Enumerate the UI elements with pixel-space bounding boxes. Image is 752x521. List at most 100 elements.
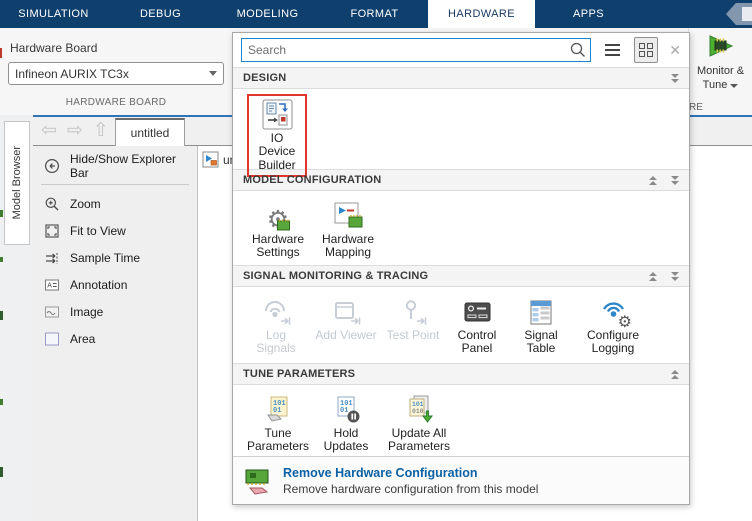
section-title: DESIGN bbox=[243, 72, 657, 84]
edge-artifact bbox=[0, 311, 3, 320]
document-tab-untitled[interactable]: untitled bbox=[115, 118, 185, 146]
expand-section-icon[interactable] bbox=[649, 176, 657, 185]
simulink-model-icon bbox=[202, 151, 219, 168]
search-icon bbox=[570, 42, 586, 58]
menu-item-image[interactable]: Image bbox=[33, 298, 197, 325]
section-title: SIGNAL MONITORING & TRACING bbox=[243, 270, 635, 282]
menu-item-label: Zoom bbox=[70, 197, 101, 211]
svg-text:101: 101 bbox=[412, 401, 424, 408]
control-panel-icon bbox=[461, 294, 493, 327]
menu-item-annotation[interactable]: A Annotation bbox=[33, 271, 197, 298]
search-input[interactable] bbox=[241, 38, 591, 62]
gallery-item-label: Hardware Mapping bbox=[317, 233, 379, 260]
annotation-icon: A bbox=[43, 276, 60, 293]
collapse-section-icon[interactable] bbox=[671, 74, 679, 83]
tab-hardware[interactable]: HARDWARE bbox=[428, 0, 535, 28]
gallery-item-hold-updates[interactable]: 101 01 Hold Updates bbox=[317, 392, 375, 454]
collapse-section-icon[interactable] bbox=[671, 176, 679, 185]
gallery-item-label: Signal Table bbox=[513, 329, 569, 356]
list-view-button[interactable] bbox=[600, 37, 625, 63]
area-icon bbox=[43, 330, 60, 347]
menu-item-sample-time[interactable]: Sample Time bbox=[33, 244, 197, 271]
svg-text:A: A bbox=[47, 282, 52, 289]
menu-item-label: Fit to View bbox=[70, 224, 126, 238]
section-body-tune-parameters: 101 01 Tune Parameters 101 01 Hold Updat… bbox=[233, 385, 689, 457]
menu-item-fit-to-view[interactable]: Fit to View bbox=[33, 217, 197, 244]
menu-item-zoom[interactable]: Zoom bbox=[33, 190, 197, 217]
gallery-item-label: Control Panel bbox=[449, 329, 505, 356]
menu-item-hide-show-explorer-bar[interactable]: Hide/Show Explorer Bar bbox=[33, 152, 197, 179]
menu-item-area[interactable]: Area bbox=[33, 325, 197, 352]
section-title: TUNE PARAMETERS bbox=[243, 368, 657, 380]
gallery-item-label: Hardware Settings bbox=[247, 233, 309, 260]
tab-apps[interactable]: APPS bbox=[535, 0, 642, 28]
back-arrow-icon[interactable]: ⇦ bbox=[41, 119, 57, 142]
gallery-item-hardware-settings[interactable]: ⚙ Hardware Settings bbox=[247, 198, 309, 260]
gallery-item-control-panel[interactable]: Control Panel bbox=[449, 294, 505, 356]
expand-section-icon[interactable] bbox=[671, 370, 679, 379]
gallery-item-io-device-builder[interactable]: IO Device Builder bbox=[251, 97, 303, 172]
collapse-section-icon[interactable] bbox=[671, 272, 679, 281]
close-icon[interactable]: ✕ bbox=[669, 42, 681, 59]
add-viewer-icon bbox=[329, 294, 363, 327]
update-all-parameters-icon: 101 010 bbox=[403, 392, 435, 425]
section-label-fragment: RE bbox=[689, 102, 703, 113]
tab-debug[interactable]: DEBUG bbox=[107, 0, 214, 28]
chevron-down-icon bbox=[730, 84, 738, 88]
hardware-settings-icon: ⚙ bbox=[267, 198, 289, 231]
tab-format[interactable]: FORMAT bbox=[321, 0, 428, 28]
section-body-model-configuration: ⚙ Hardware Settings Hardware Mapping bbox=[233, 191, 689, 265]
expand-section-icon[interactable] bbox=[649, 272, 657, 281]
gallery-search-row: ✕ bbox=[233, 33, 689, 67]
grid-view-button[interactable] bbox=[634, 37, 659, 63]
forward-arrow-icon[interactable]: ⇨ bbox=[67, 119, 83, 142]
edge-artifact bbox=[0, 210, 3, 217]
section-title: MODEL CONFIGURATION bbox=[243, 174, 635, 186]
log-signals-icon bbox=[259, 294, 293, 327]
edge-artifact bbox=[0, 467, 3, 477]
fit-to-view-icon bbox=[43, 222, 60, 239]
menu-item-label: Hide/Show Explorer Bar bbox=[70, 152, 197, 180]
gallery-item-label: Log Signals bbox=[245, 329, 307, 356]
image-icon bbox=[43, 303, 60, 320]
model-browser-tab[interactable]: Model Browser bbox=[4, 121, 30, 245]
model-browser-gutter: Model Browser bbox=[0, 115, 33, 521]
section-header-design: DESIGN bbox=[233, 67, 689, 89]
zoom-icon bbox=[43, 195, 60, 212]
remove-hardware-configuration-link[interactable]: Remove Hardware Configuration bbox=[283, 466, 538, 480]
ribbon-corner-badge-icon bbox=[726, 3, 752, 25]
menu-item-label: Sample Time bbox=[70, 251, 140, 265]
gallery-item-signal-table[interactable]: Signal Table bbox=[513, 294, 569, 356]
menu-item-label: Annotation bbox=[70, 278, 127, 292]
tune-parameters-icon: 101 01 bbox=[263, 392, 293, 425]
model-browser-label: Model Browser bbox=[11, 146, 23, 219]
remove-hardware-configuration-icon bbox=[243, 466, 273, 496]
gallery-item-tune-parameters[interactable]: 101 01 Tune Parameters bbox=[247, 392, 309, 454]
left-edge-artifact bbox=[0, 48, 2, 58]
hardware-board-select[interactable]: Infineon AURIX TC3x bbox=[8, 62, 224, 85]
test-point-icon bbox=[396, 294, 430, 327]
gallery-item-test-point: Test Point bbox=[385, 294, 441, 342]
up-arrow-icon[interactable]: ⇧ bbox=[93, 119, 109, 142]
edge-artifact bbox=[0, 399, 3, 405]
svg-text:01: 01 bbox=[340, 407, 348, 415]
gallery-item-label: Add Viewer bbox=[315, 329, 376, 342]
monitor-tune-icon[interactable] bbox=[704, 33, 738, 63]
tab-simulation[interactable]: SIMULATION bbox=[0, 0, 107, 28]
tab-modeling[interactable]: MODELING bbox=[214, 0, 321, 28]
menu-separator bbox=[41, 184, 189, 185]
gallery-item-log-signals: Log Signals bbox=[245, 294, 307, 356]
section-body-design: IO Device Builder bbox=[233, 89, 689, 169]
svg-text:010: 010 bbox=[412, 408, 424, 415]
gallery-item-hardware-mapping[interactable]: Hardware Mapping bbox=[317, 198, 379, 260]
circle-left-arrow-icon bbox=[43, 157, 60, 174]
remove-hardware-configuration-caption: Remove hardware configuration from this … bbox=[283, 482, 538, 496]
gallery-item-add-viewer: Add Viewer bbox=[315, 294, 377, 342]
remove-hardware-configuration-row[interactable]: Remove Hardware Configuration Remove har… bbox=[233, 456, 689, 504]
monitor-tune-button[interactable]: Monitor & Tune bbox=[689, 65, 752, 93]
editor-palette-menu: Hide/Show Explorer Bar Zoom Fit to View … bbox=[33, 146, 198, 521]
io-device-builder-icon bbox=[262, 97, 293, 130]
gallery-item-configure-logging[interactable]: ⚙ Configure Logging bbox=[577, 294, 649, 356]
hardware-gallery-popup: ✕ DESIGN bbox=[232, 32, 690, 505]
gallery-item-update-all-parameters[interactable]: 101 010 Update All Parameters bbox=[383, 392, 455, 454]
